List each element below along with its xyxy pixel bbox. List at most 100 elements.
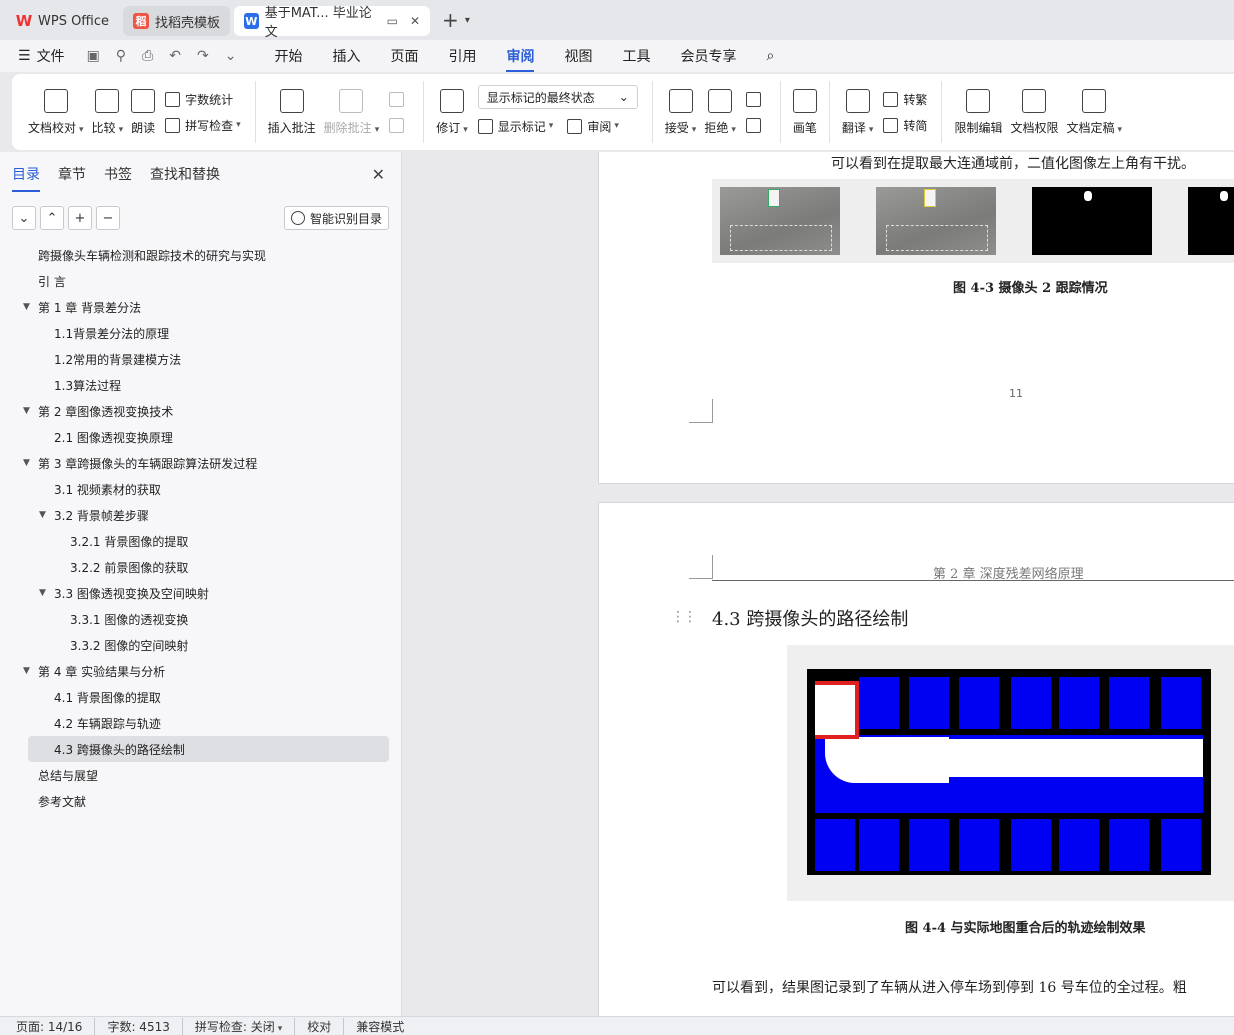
- review-pane-button[interactable]: 审阅 ▾: [567, 113, 619, 139]
- expand-triangle-icon[interactable]: ▼: [23, 458, 30, 468]
- toc-item[interactable]: 1.3算法过程: [28, 372, 389, 398]
- undo-icon[interactable]: ↶: [169, 48, 181, 64]
- menu-member[interactable]: 会员专享: [680, 46, 736, 66]
- nav-tab-bookmarks[interactable]: 书签: [104, 164, 132, 184]
- chevron-down-icon[interactable]: ▾: [465, 15, 470, 26]
- smart-toc-button[interactable]: 智能识别目录: [283, 206, 389, 230]
- translate-button[interactable]: 翻译 ▾: [842, 88, 873, 136]
- toc-item[interactable]: 4.2 车辆跟踪与轨迹: [28, 710, 389, 736]
- search-icon[interactable]: ⌕: [766, 48, 774, 64]
- menu-page[interactable]: 页面: [390, 46, 418, 66]
- add-heading-button[interactable]: +: [68, 206, 92, 230]
- read-aloud-button[interactable]: 朗读: [131, 88, 156, 136]
- menu-tools[interactable]: 工具: [622, 46, 650, 66]
- previous-change-button[interactable]: [745, 86, 766, 112]
- finalize-button[interactable]: 文档定稿 ▾: [1066, 88, 1122, 136]
- new-tab-button[interactable]: + ▾: [442, 8, 470, 32]
- to-simplified-button[interactable]: 转简: [883, 112, 927, 138]
- toc-item[interactable]: 4.1 背景图像的提取: [28, 684, 389, 710]
- toc-item[interactable]: 3.3.1 图像的透视变换: [28, 606, 389, 632]
- menu-start[interactable]: 开始: [274, 46, 302, 66]
- restrict-edit-button[interactable]: 限制编辑: [954, 88, 1002, 136]
- toc-item[interactable]: ▼ 第 2 章图像透视变换技术: [23, 398, 389, 424]
- tab-document[interactable]: W 基于MAT... 毕业论文 ▭ ✕: [234, 6, 431, 40]
- toc-item[interactable]: ▼ 第 4 章 实验结果与分析: [23, 658, 389, 684]
- menu-view[interactable]: 视图: [564, 46, 592, 66]
- expand-down-button[interactable]: ⌄: [12, 206, 36, 230]
- toc-item[interactable]: 3.2.1 背景图像的提取: [28, 528, 389, 554]
- menu-reference[interactable]: 引用: [448, 46, 476, 66]
- insert-comment-button[interactable]: 插入批注: [268, 88, 316, 136]
- margin-corner-mark: [689, 399, 713, 423]
- chevron-down-icon: ⌄: [18, 210, 30, 226]
- toc-item[interactable]: 1.2常用的背景建模方法: [28, 346, 389, 372]
- status-page[interactable]: 页面: 14/16: [16, 1017, 96, 1035]
- doc-permission-button[interactable]: 文档权限: [1010, 88, 1058, 136]
- reject-button[interactable]: 拒绝 ▾: [704, 88, 736, 136]
- word-count-button[interactable]: 字数统计: [165, 86, 241, 112]
- toc-item-label: 1.1背景差分法的原理: [54, 326, 170, 341]
- compare-button[interactable]: 比较 ▾: [92, 88, 123, 136]
- next-comment-button[interactable]: [389, 112, 409, 138]
- toc-item[interactable]: ▼ 第 1 章 背景差分法: [23, 294, 389, 320]
- toc-item[interactable]: ▼ 3.2 背景帧差步骤: [28, 502, 389, 528]
- toc-item[interactable]: 1.1背景差分法的原理: [28, 320, 389, 346]
- toc-item[interactable]: 引 言: [28, 268, 389, 294]
- toc-item[interactable]: 参考文献: [28, 788, 389, 814]
- pen-button[interactable]: 画笔: [792, 88, 817, 136]
- more-chevron-icon[interactable]: ⌄: [225, 48, 237, 64]
- menu-review[interactable]: 审阅: [506, 46, 535, 72]
- file-menu[interactable]: ☰ 文件: [18, 46, 65, 66]
- spell-check-button[interactable]: 拼写检查 ▾: [165, 112, 241, 138]
- expand-triangle-icon[interactable]: ▼: [39, 510, 46, 520]
- expand-triangle-icon[interactable]: ▼: [23, 302, 30, 312]
- previous-comment-button[interactable]: [389, 86, 409, 112]
- toc-item[interactable]: 总结与展望: [28, 762, 389, 788]
- tab-daoke-template[interactable]: 稻 找稻壳模板: [123, 6, 231, 36]
- save-icon[interactable]: ▣: [87, 48, 100, 64]
- next-change-button[interactable]: [745, 112, 766, 138]
- expand-triangle-icon[interactable]: ▼: [39, 588, 46, 598]
- remove-heading-button[interactable]: −: [96, 206, 120, 230]
- display-state-select[interactable]: 显示标记的最终状态 ⌄: [477, 85, 638, 109]
- close-tab-icon[interactable]: ✕: [410, 14, 420, 28]
- toc-item[interactable]: 4.3 跨摄像头的路径绘制: [28, 736, 389, 762]
- share-icon[interactable]: ⚲: [116, 48, 126, 64]
- tab-wps-office[interactable]: W WPS Office: [6, 6, 119, 36]
- redo-icon[interactable]: ↷: [197, 48, 209, 64]
- revise-button[interactable]: 修订 ▾: [436, 88, 468, 136]
- toc-item[interactable]: ▼ 3.3 图像透视变换及空间映射: [28, 580, 389, 606]
- close-icon[interactable]: ✕: [372, 165, 385, 184]
- restore-tab-icon[interactable]: ▭: [387, 14, 398, 28]
- collapse-up-button[interactable]: ⌃: [40, 206, 64, 230]
- expand-triangle-icon[interactable]: ▼: [23, 406, 30, 416]
- doc-check-button[interactable]: 文档校对 ▾: [28, 88, 84, 136]
- vehicle-mark: [768, 189, 780, 207]
- toc-item[interactable]: 3.2.2 前景图像的获取: [28, 554, 389, 580]
- menu-insert[interactable]: 插入: [332, 46, 360, 66]
- ribbon-group-language: 翻译 ▾ 转繁 转简: [830, 81, 943, 143]
- nav-tab-toc[interactable]: 目录: [12, 164, 40, 192]
- print-preview-icon[interactable]: ⎙: [142, 48, 153, 64]
- pen-label: 画笔: [792, 120, 817, 135]
- toc-item[interactable]: 3.3.2 图像的空间映射: [28, 632, 389, 658]
- toc-item-label: 3.2.2 前景图像的获取: [70, 560, 189, 575]
- toc-item[interactable]: 2.1 图像透视变换原理: [28, 424, 389, 450]
- to-traditional-button[interactable]: 转繁: [883, 86, 927, 112]
- show-markup-button[interactable]: 显示标记 ▾: [477, 113, 553, 139]
- toc-item[interactable]: 3.1 视频素材的获取: [28, 476, 389, 502]
- drag-handle-icon[interactable]: ⋮⋮: [671, 609, 697, 625]
- toc-item-label: 跨摄像头车辆检测和跟踪技术的研究与实现: [38, 248, 267, 263]
- delete-comment-button[interactable]: 删除批注 ▾: [324, 88, 379, 136]
- accept-button[interactable]: 接受 ▾: [665, 88, 696, 136]
- status-proofread[interactable]: 校对: [307, 1017, 345, 1035]
- review-pane-icon: [567, 118, 583, 134]
- toc-item[interactable]: 跨摄像头车辆检测和跟踪技术的研究与实现: [28, 242, 389, 268]
- read-aloud-label: 朗读: [131, 120, 156, 135]
- nav-tab-find-replace[interactable]: 查找和替换: [150, 164, 220, 184]
- expand-triangle-icon[interactable]: ▼: [23, 666, 30, 676]
- nav-tab-sections[interactable]: 章节: [58, 164, 86, 184]
- status-word-count[interactable]: 字数: 4513: [107, 1017, 183, 1035]
- toc-item[interactable]: ▼ 第 3 章跨摄像头的车辆跟踪算法研发过程: [23, 450, 389, 476]
- status-spell-check[interactable]: 拼写检查: 关闭 ▾: [195, 1017, 296, 1035]
